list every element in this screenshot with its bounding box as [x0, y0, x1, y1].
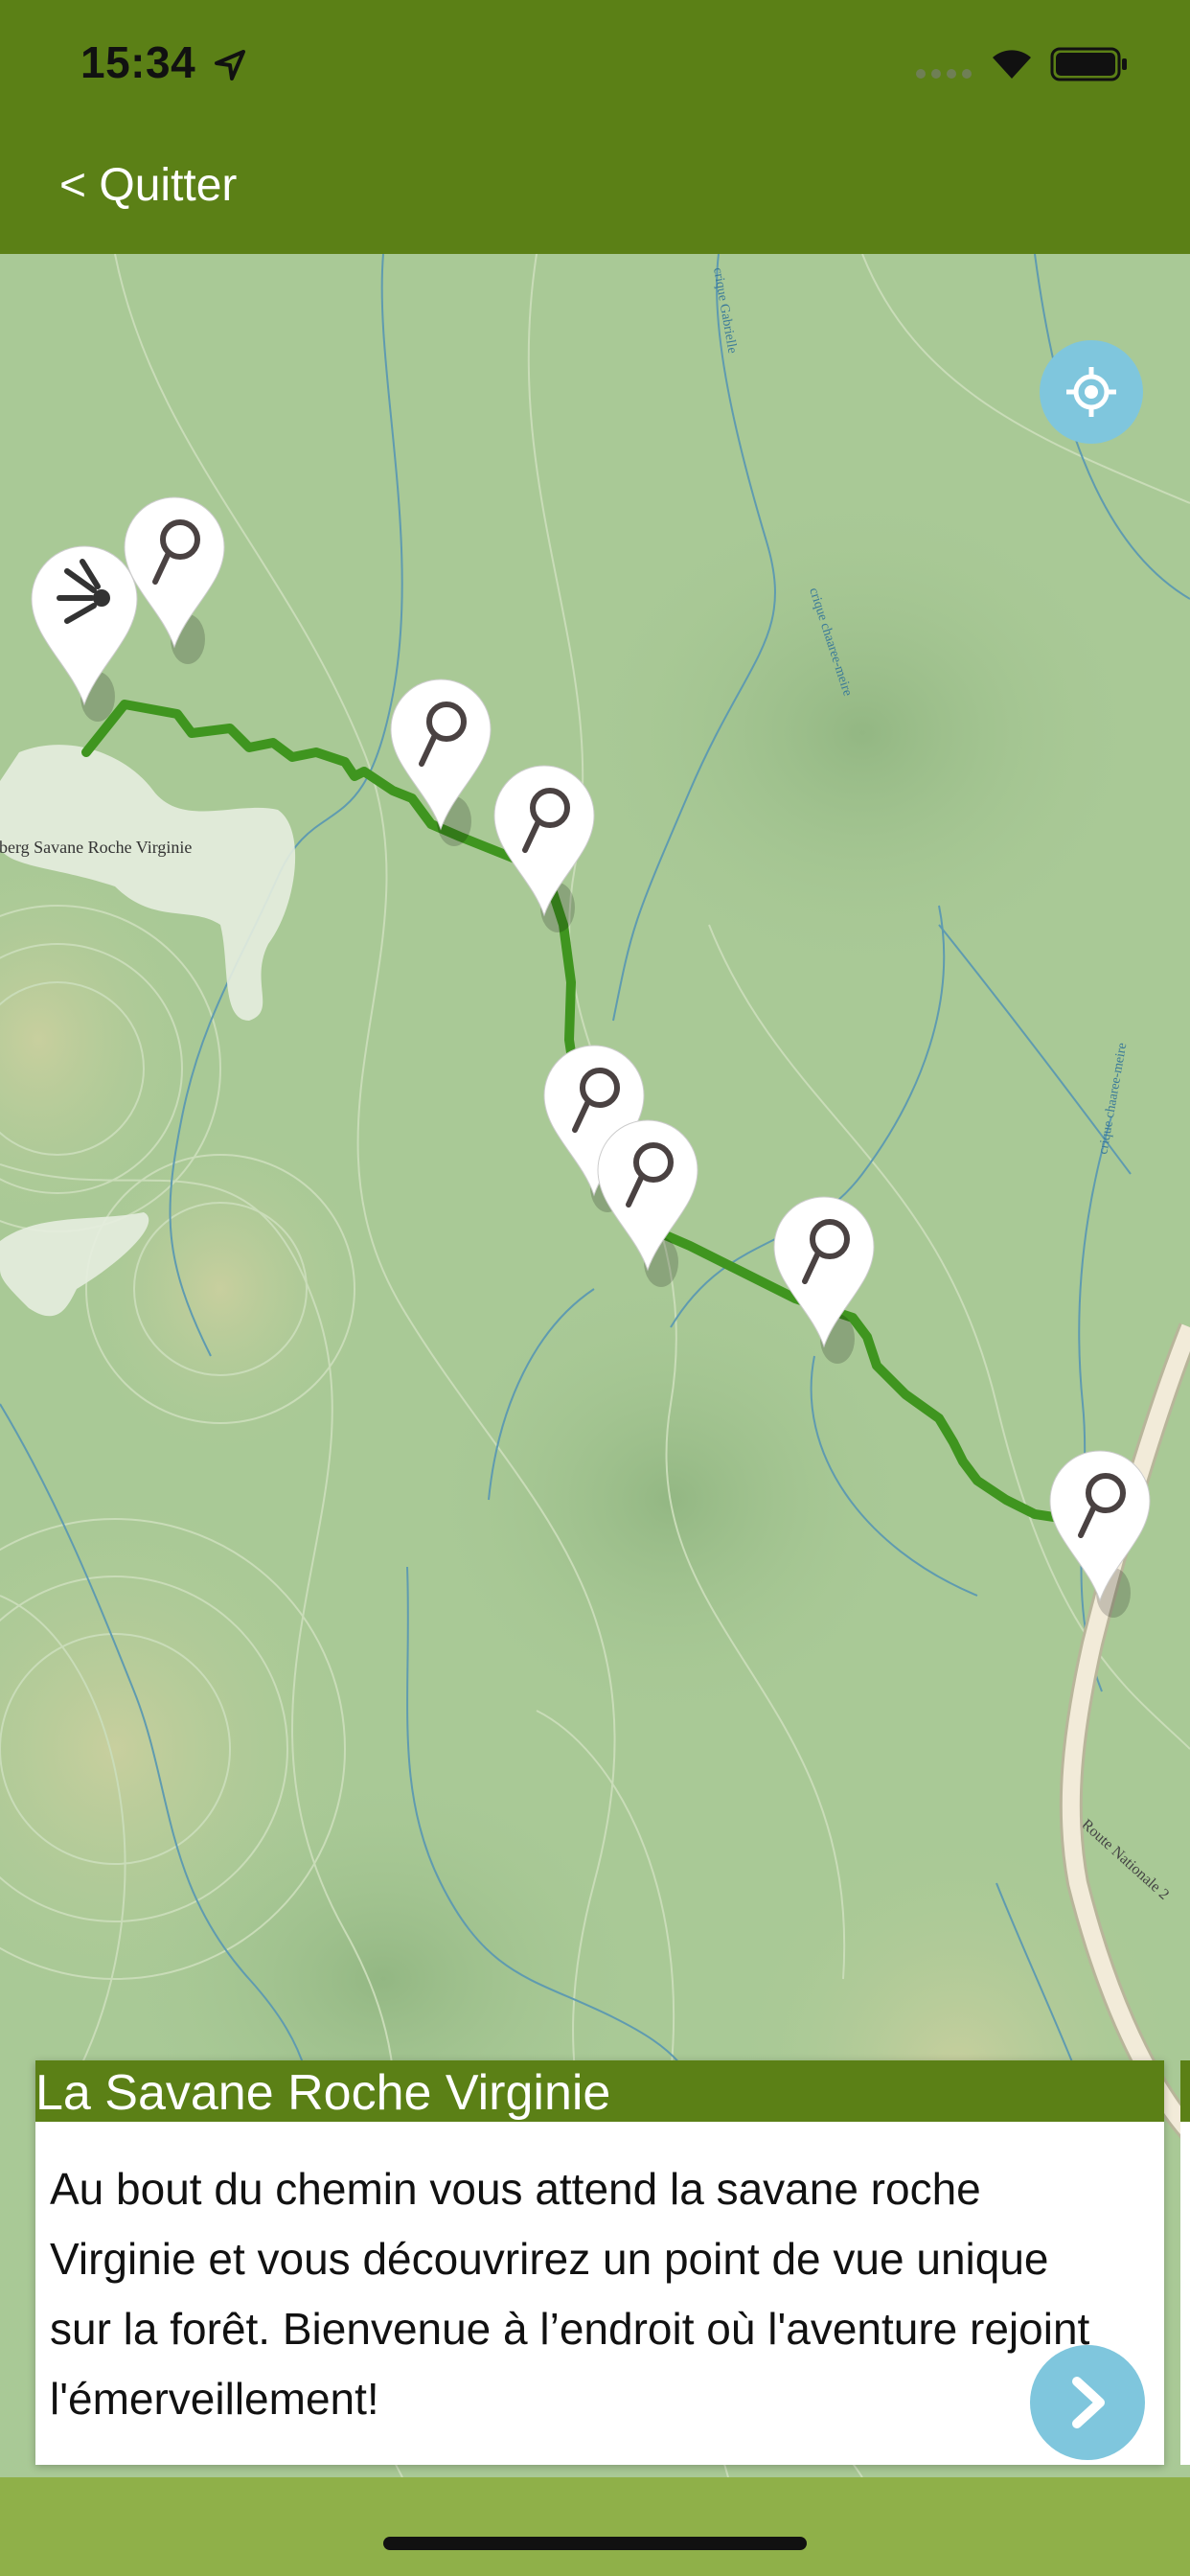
next-poi-card-peek[interactable] — [1180, 2060, 1190, 2465]
next-poi-card-header — [1180, 2060, 1190, 2122]
signal-icon — [916, 69, 972, 79]
terrain-hill — [67, 1116, 374, 1461]
battery-icon — [1050, 47, 1127, 81]
poi-card[interactable]: La Savane Roche Virginie Au bout du chem… — [35, 2060, 1164, 2465]
place-label: lberg Savane Roche Virginie — [0, 838, 192, 857]
home-indicator[interactable] — [383, 2537, 807, 2550]
locate-me-button[interactable] — [1040, 340, 1143, 444]
status-time: 15:34 — [80, 37, 196, 87]
card-next-button[interactable] — [1030, 2345, 1145, 2460]
terrain-shade — [575, 484, 1150, 982]
location-arrow-icon — [215, 50, 245, 80]
bottom-bar — [0, 2477, 1190, 2576]
wifi-icon — [993, 50, 1031, 79]
crosshair-icon — [1066, 367, 1116, 417]
chevron-right-icon — [1072, 2377, 1105, 2428]
nav-bar: < Quitter — [0, 134, 1190, 254]
status-bar: 15:34 — [0, 0, 1190, 134]
poi-card-header: La Savane Roche Virginie — [35, 2060, 1164, 2122]
quit-button[interactable]: < Quitter — [59, 159, 237, 212]
poi-card-title: La Savane Roche Virginie — [35, 2065, 611, 2121]
poi-card-description: Au bout du chemin vous attend la savane … — [50, 2164, 1090, 2424]
